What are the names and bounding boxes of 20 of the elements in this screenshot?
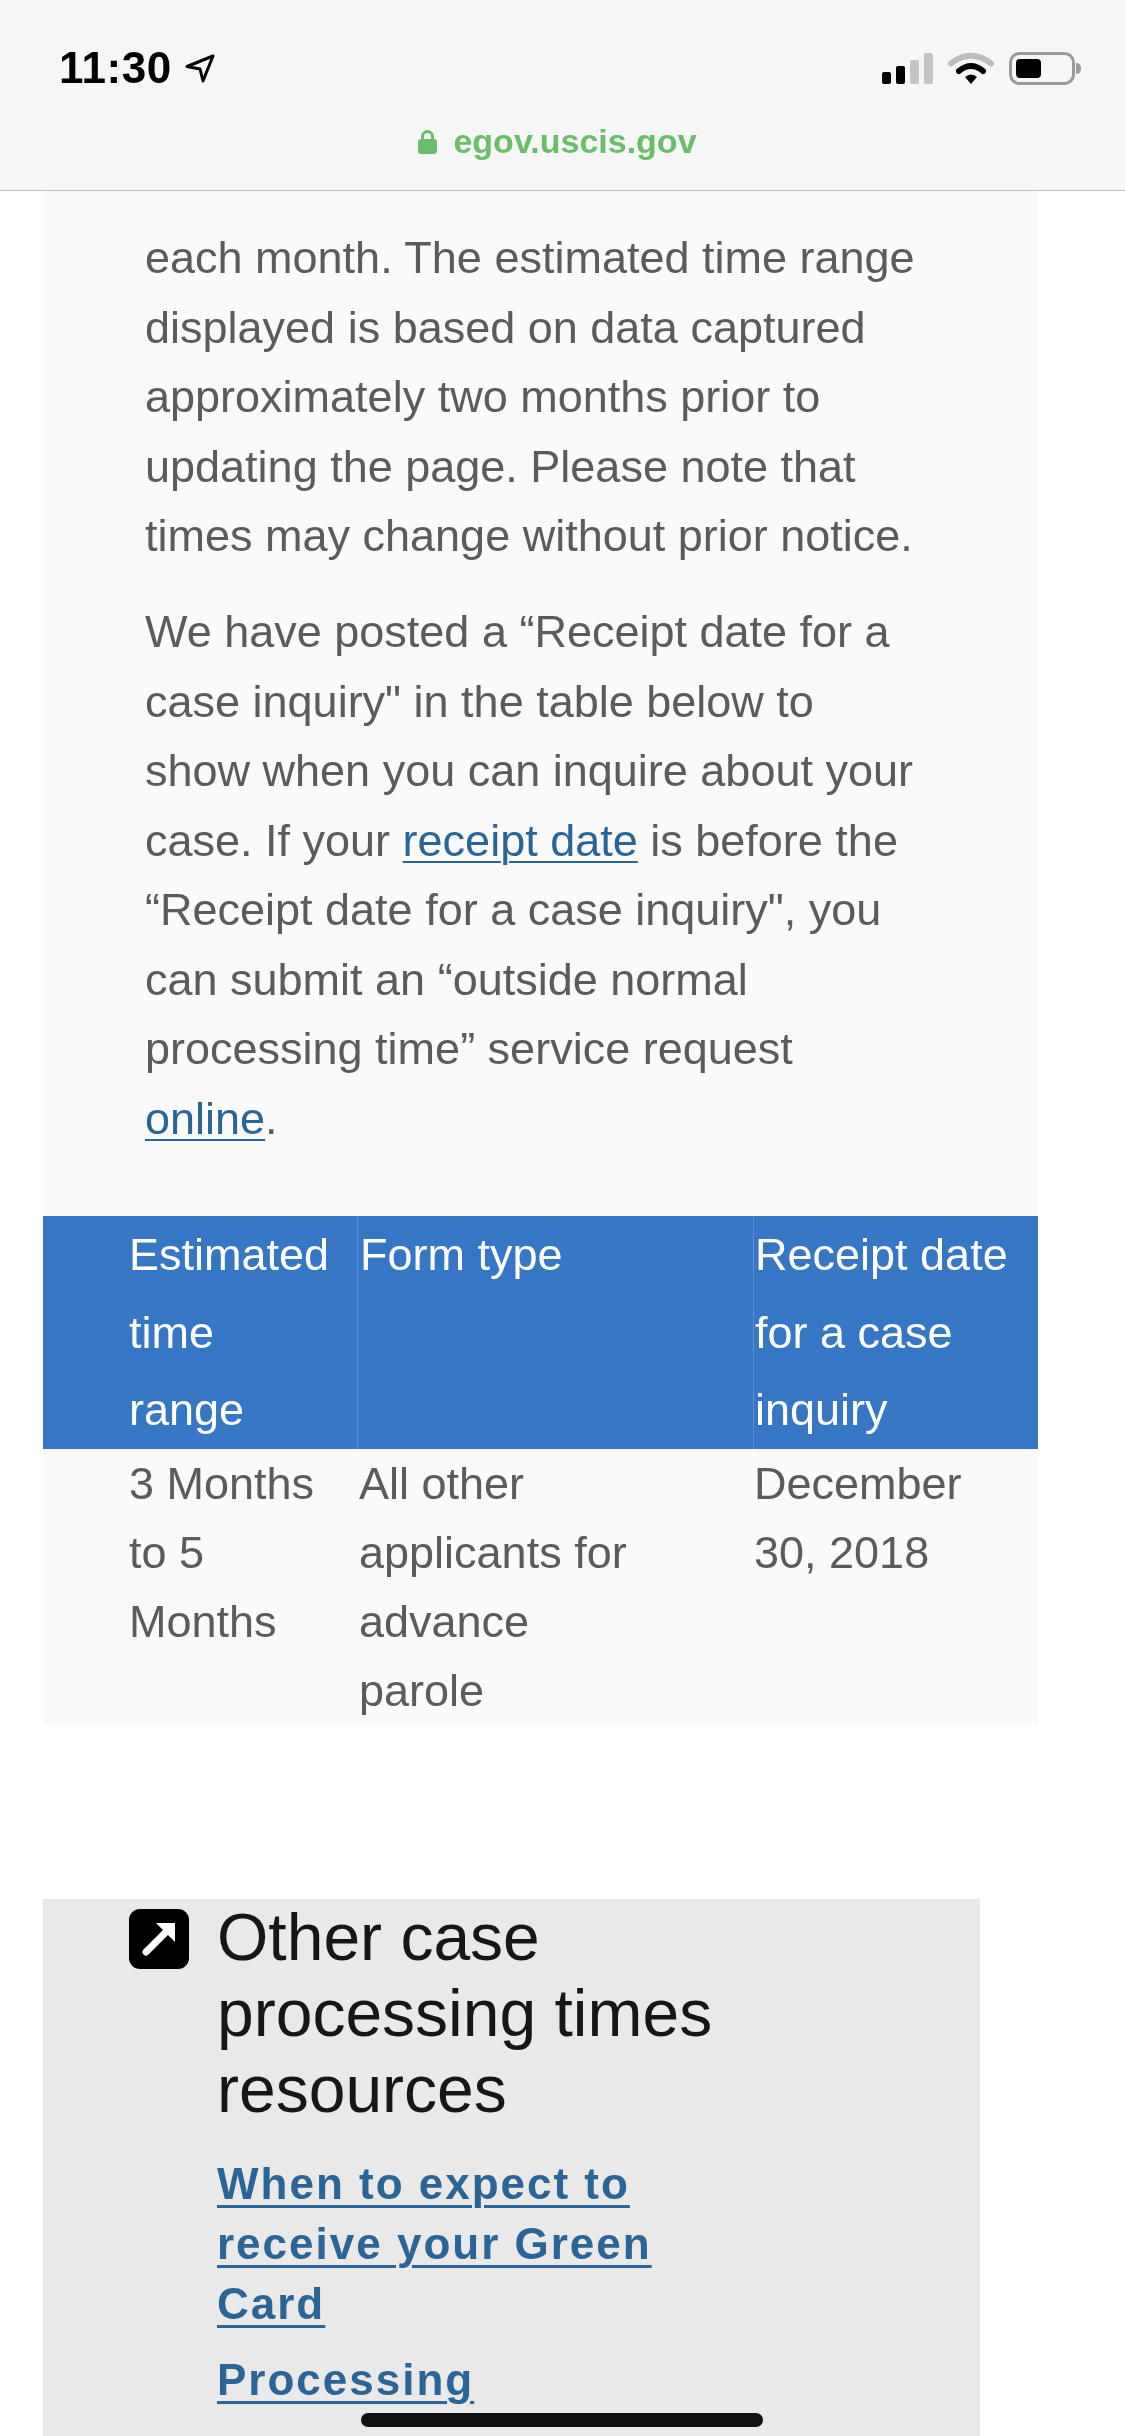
location-arrow-icon — [183, 53, 216, 83]
lock-icon — [418, 128, 438, 154]
resource-link[interactable]: When to expect to receive your Green Card — [217, 2154, 737, 2335]
resources-heading: Other case processing times resources — [217, 1899, 714, 2128]
body-paragraph: each month. The estimated time range displayed is based on data captured approximately two months prior to updating the page. Please note that times may change without prior notice. — [145, 231, 916, 563]
column-header: Form type — [360, 1229, 563, 1280]
text-link[interactable]: receipt date — [402, 814, 638, 866]
signal-icon — [882, 52, 933, 84]
resource-link[interactable]: Processing — [217, 2350, 475, 2411]
column-header: Estimated time range — [129, 1229, 330, 1436]
text-link[interactable]: online — [145, 1092, 266, 1144]
body-paragraph: We have posted a “Receipt date for a case inquiry" in the table below to show when you can inquire about your case. If your receipt date is before the “Receipt date for a case inquiry", you can submit an “outside normal processing time” service request online. — [145, 605, 914, 1146]
table-cell: December 30, 2018 — [754, 1458, 962, 1579]
column-header: Receipt date for a case inquiry — [755, 1229, 1008, 1436]
external-link-icon — [129, 1909, 189, 1970]
status-time: 11:30 — [59, 43, 172, 93]
wifi-icon — [948, 51, 994, 85]
table-cell: 3 Months to 5 Months — [129, 1458, 315, 1648]
battery-icon — [1009, 51, 1082, 85]
table-cell: All other applicants for advance parole — [359, 1458, 627, 1717]
